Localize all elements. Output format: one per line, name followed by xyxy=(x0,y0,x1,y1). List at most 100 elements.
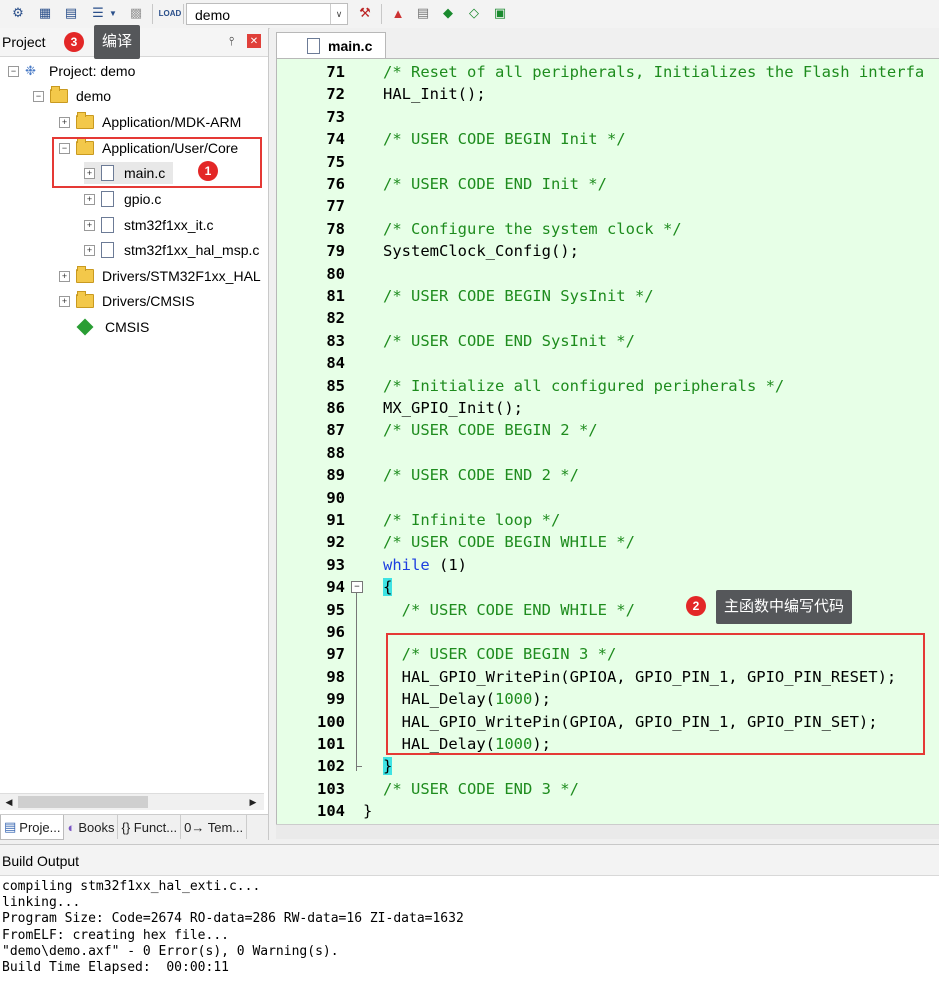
code-text: MX_GPIO_Init(); xyxy=(383,397,523,419)
dropdown-arrow-icon[interactable]: ▼ xyxy=(108,3,118,23)
build-icon[interactable]: ▦ xyxy=(35,3,55,23)
tab-project[interactable]: ▤ Proje... xyxy=(0,815,65,840)
annotation-tooltip-compile: 编译 xyxy=(94,25,141,59)
tab-functions[interactable]: {} Funct... xyxy=(118,815,182,839)
tree-item-label: stm32f1xx_hal_msp.c xyxy=(124,242,260,258)
line-number: 81 xyxy=(326,287,345,305)
tree-item-label: Drivers/STM32F1xx_HAL xyxy=(102,268,261,284)
tree-item-mdk-arm[interactable]: + Application/MDK-ARM xyxy=(59,111,241,133)
line-number: 104 xyxy=(317,802,345,821)
code-line: 73 xyxy=(277,106,939,128)
tree-item-it-c[interactable]: + stm32f1xx_it.c xyxy=(84,214,213,236)
tree-item-project[interactable]: − ❉ Project: demo xyxy=(8,60,135,82)
code-text: } xyxy=(363,800,372,822)
tab-books[interactable]: ◐ Books xyxy=(64,815,119,839)
expand-icon[interactable]: + xyxy=(59,270,70,282)
pin-icon[interactable]: ⫯ xyxy=(229,34,234,49)
tree-item-gpio-c[interactable]: + gpio.c xyxy=(84,188,161,210)
code-token: (1) xyxy=(429,555,467,574)
code-line: 90 xyxy=(277,487,939,509)
select-packs-icon[interactable]: ◆ xyxy=(438,3,458,23)
cmsis-component-icon xyxy=(76,318,94,336)
close-icon[interactable]: ✕ xyxy=(247,34,261,48)
tree-item-msp-c[interactable]: + stm32f1xx_hal_msp.c xyxy=(84,239,264,261)
code-line: 88 xyxy=(277,442,939,464)
tree-item-cmsis[interactable]: CMSIS xyxy=(76,316,150,338)
manage-components-icon[interactable]: ▲ xyxy=(388,3,408,23)
code-token: /* USER CODE END 3 */ xyxy=(383,779,579,798)
code-line: 81 /* USER CODE BEGIN SysInit */ xyxy=(277,285,939,307)
horizontal-scrollbar[interactable]: ◀ ▶ xyxy=(0,793,264,810)
target-select[interactable]: demo ∨ xyxy=(186,3,348,25)
expand-icon[interactable]: + xyxy=(59,295,70,307)
line-number: 75 xyxy=(326,152,345,171)
tree-item-demo[interactable]: − demo xyxy=(33,85,111,107)
run-environment-icon[interactable]: ▤ xyxy=(413,3,433,23)
line-number: 89 xyxy=(326,466,345,485)
tree-item-label: CMSIS xyxy=(105,319,150,335)
line-number: 76 xyxy=(326,175,345,193)
tab-label: {} Funct... xyxy=(121,819,178,835)
annotation-badge-2: 2 xyxy=(686,596,706,616)
code-text: /* Reset of all peripherals, Initializes… xyxy=(383,61,924,83)
scroll-left-icon[interactable]: ◀ xyxy=(2,796,16,808)
expand-icon[interactable]: + xyxy=(59,116,70,128)
project-title: Project xyxy=(2,34,46,50)
line-number: 77 xyxy=(326,197,345,216)
batch-build-icon[interactable]: ☰ xyxy=(88,3,108,23)
software-packs-icon[interactable]: ▣ xyxy=(490,3,510,23)
line-number: 98 xyxy=(326,667,345,686)
annotation-badge-3: 3 xyxy=(64,32,84,52)
stop-build-icon[interactable]: ▩ xyxy=(126,3,146,23)
scroll-thumb[interactable] xyxy=(18,796,148,808)
code-text: /* USER CODE END 3 */ xyxy=(383,778,579,800)
build-output-line: Build Time Elapsed: 00:00:11 xyxy=(2,960,229,975)
translate-icon[interactable]: ⚙ xyxy=(8,3,28,23)
tree-item-label: demo xyxy=(76,88,112,104)
books-icon: ◐ xyxy=(67,819,76,835)
code-line: 75 xyxy=(277,151,939,173)
build-output-header: Build Output xyxy=(0,845,939,876)
download-icon[interactable]: LOAD xyxy=(159,3,182,23)
fold-guide xyxy=(356,592,357,772)
tree-item-label: Project: demo xyxy=(49,63,136,79)
tab-templates[interactable]: 0→ Tem... xyxy=(181,815,248,839)
line-number: 82 xyxy=(326,309,345,328)
code-text: /* USER CODE BEGIN SysInit */ xyxy=(383,285,654,307)
code-line: 74 /* USER CODE BEGIN Init */ xyxy=(277,128,939,150)
code-text: /* USER CODE BEGIN Init */ xyxy=(383,128,626,150)
file-icon xyxy=(101,191,114,207)
tree-item-drivers-cmsis[interactable]: + Drivers/CMSIS xyxy=(59,290,195,312)
code-token: /* USER CODE END SysInit */ xyxy=(383,331,635,350)
code-text: SystemClock_Config(); xyxy=(383,240,579,262)
target-options-icon[interactable]: ⚒ xyxy=(355,3,375,23)
folder-icon xyxy=(76,112,94,129)
code-line: 79 SystemClock_Config(); xyxy=(277,240,939,262)
project-tab-icon: ▤ xyxy=(4,819,17,834)
fold-toggle-icon[interactable]: − xyxy=(351,581,363,594)
folder-icon xyxy=(76,291,94,308)
build-output-line: "demo\demo.axf" - 0 Error(s), 0 Warning(… xyxy=(2,943,339,959)
code-line: 104} xyxy=(277,800,939,822)
expand-icon[interactable]: + xyxy=(84,193,95,205)
collapse-icon[interactable]: − xyxy=(8,65,19,77)
file-tab-label: main.c xyxy=(328,38,373,54)
line-number: 84 xyxy=(326,354,345,373)
pack-installer-icon[interactable]: ◇ xyxy=(464,3,484,23)
collapse-icon[interactable]: − xyxy=(33,90,44,102)
chevron-down-icon[interactable]: ∨ xyxy=(330,4,347,24)
editor-horizontal-scrollbar[interactable] xyxy=(276,824,939,839)
tab-main-c[interactable]: main.c xyxy=(276,32,386,59)
code-text: /* Initialize all configured peripherals… xyxy=(383,375,784,397)
rebuild-icon[interactable]: ▤ xyxy=(61,3,81,23)
code-token: /* USER CODE BEGIN WHILE */ xyxy=(383,533,635,552)
file-icon xyxy=(307,38,320,54)
line-number: 93 xyxy=(326,555,345,574)
line-number: 72 xyxy=(326,85,345,104)
expand-icon[interactable]: + xyxy=(84,219,95,231)
scroll-right-icon[interactable]: ▶ xyxy=(246,796,260,808)
build-output-line: linking... xyxy=(2,895,81,911)
expand-icon[interactable]: + xyxy=(84,244,95,256)
tree-item-drivers-hal[interactable]: + Drivers/STM32F1xx_HAL xyxy=(59,265,264,287)
tab-label: 0→ Tem... xyxy=(184,819,244,835)
